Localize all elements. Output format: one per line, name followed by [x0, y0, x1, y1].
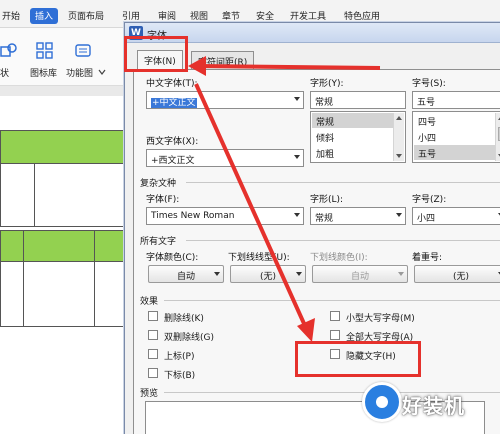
watermark-icon	[362, 382, 402, 422]
annotation-arrows	[188, 56, 381, 342]
watermark-text: 好装机	[402, 394, 465, 418]
